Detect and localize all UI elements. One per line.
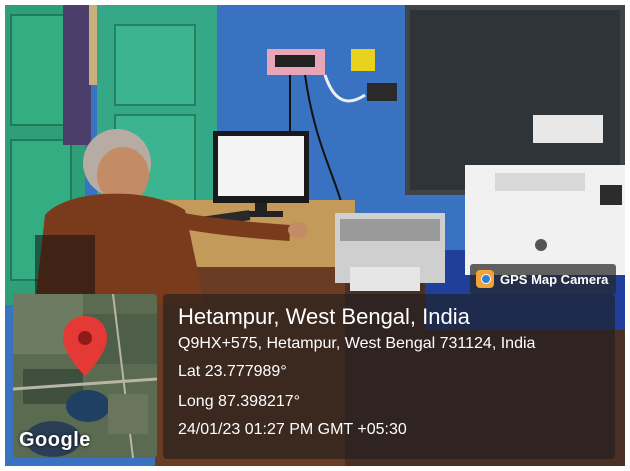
longitude: Long 87.398217° (178, 393, 301, 410)
map-thumbnail: Google (13, 294, 157, 458)
gps-map-camera-icon (476, 270, 494, 288)
photo-frame: GPS Map Camera Google Hetampur, West Ben… (0, 0, 630, 471)
latitude: Lat 23.777989° (178, 363, 287, 380)
datetime: 24/01/23 01:27 PM GMT +05:30 (178, 421, 407, 438)
location-title: Hetampur, West Bengal, India (178, 304, 470, 329)
badge-label: GPS Map Camera (500, 271, 609, 287)
google-logo: Google (19, 429, 91, 451)
location-address: Q9HX+575, Hetampur, West Bengal 731124, … (178, 335, 536, 352)
gps-map-camera-badge: GPS Map Camera (470, 264, 616, 294)
